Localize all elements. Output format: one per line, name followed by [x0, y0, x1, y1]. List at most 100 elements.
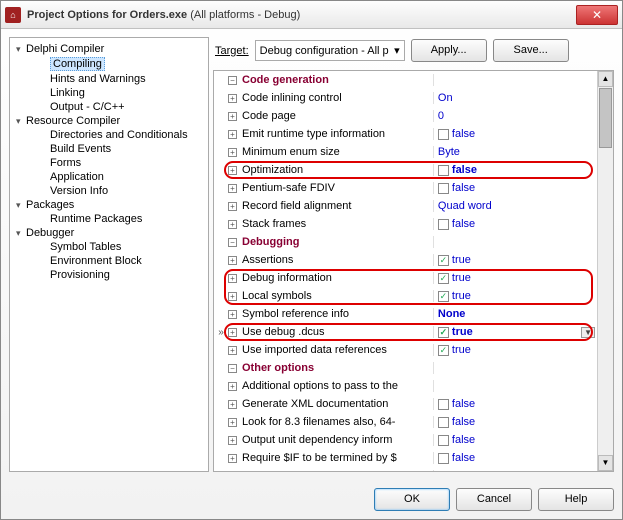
scroll-up-icon[interactable]: ▲ [598, 71, 613, 87]
cancel-button[interactable]: Cancel [456, 488, 532, 511]
tree-item[interactable]: Output - C/C++ [12, 100, 206, 114]
tree-item[interactable]: Application [12, 170, 206, 184]
option-row[interactable]: +Minimum enum sizeByte [214, 143, 597, 161]
help-button[interactable]: Help [538, 488, 614, 511]
category-row[interactable]: −Other options [214, 359, 597, 377]
checkbox[interactable] [438, 417, 449, 428]
category-row[interactable]: −Debugging [214, 233, 597, 251]
option-value[interactable]: false [434, 218, 597, 230]
scroll-track[interactable] [598, 149, 613, 455]
tree-item[interactable]: Version Info [12, 184, 206, 198]
option-row[interactable]: +Symbol reference infoNone [214, 305, 597, 323]
tree-item[interactable]: Symbol Tables [12, 240, 206, 254]
option-row[interactable]: +Emit runtime type informationfalse [214, 125, 597, 143]
tree-item[interactable]: Runtime Packages [12, 212, 206, 226]
option-value[interactable]: Quad word [434, 200, 597, 212]
expand-icon[interactable]: + [228, 345, 240, 355]
category-row[interactable]: −Runtime errors [214, 467, 597, 471]
option-row[interactable]: »+Use debug .dcus✓true▼ [214, 323, 597, 341]
option-value[interactable]: None [434, 308, 597, 320]
option-row[interactable]: +Generate XML documentationfalse [214, 395, 597, 413]
scroll-thumb[interactable] [599, 88, 612, 148]
expand-icon[interactable]: + [228, 327, 240, 337]
expand-icon[interactable]: + [228, 399, 240, 409]
expand-icon[interactable]: + [228, 183, 240, 193]
checkbox[interactable] [438, 165, 449, 176]
tree-item[interactable]: Linking [12, 86, 206, 100]
expand-icon[interactable]: + [228, 291, 240, 301]
expand-icon[interactable]: + [228, 309, 240, 319]
option-row[interactable]: +Local symbols✓true [214, 287, 597, 305]
checkbox[interactable]: ✓ [438, 345, 449, 356]
category-row[interactable]: −Code generation [214, 71, 597, 89]
option-value[interactable]: false [434, 434, 597, 446]
save-button[interactable]: Save... [493, 39, 569, 62]
option-value[interactable]: false [434, 416, 597, 428]
option-value[interactable]: On [434, 92, 597, 104]
option-row[interactable]: +Optimizationfalse [214, 161, 597, 179]
option-value[interactable]: ✓true▼ [434, 326, 597, 338]
option-value[interactable]: 0 [434, 110, 597, 122]
tree-item[interactable]: ▾Resource Compiler [12, 114, 206, 128]
tree-item[interactable]: ▾Delphi Compiler [12, 42, 206, 56]
expand-icon[interactable]: + [228, 435, 240, 445]
expand-icon[interactable]: + [228, 219, 240, 229]
option-row[interactable]: +Use imported data references✓true [214, 341, 597, 359]
option-row[interactable]: +Look for 8.3 filenames also, 64-false [214, 413, 597, 431]
option-row[interactable]: +Stack framesfalse [214, 215, 597, 233]
checkbox[interactable] [438, 183, 449, 194]
checkbox[interactable]: ✓ [438, 255, 449, 266]
option-value[interactable]: false [434, 398, 597, 410]
option-row[interactable]: +Require $IF to be termined by $false [214, 449, 597, 467]
tree-item[interactable]: ▾Debugger [12, 226, 206, 240]
option-value[interactable]: Byte [434, 146, 597, 158]
expand-icon[interactable]: − [228, 75, 240, 85]
ok-button[interactable]: OK [374, 488, 450, 511]
apply-button[interactable]: Apply... [411, 39, 487, 62]
expand-icon[interactable]: + [228, 93, 240, 103]
option-row[interactable]: +Code page0 [214, 107, 597, 125]
option-value[interactable]: false [434, 164, 597, 176]
tree-item[interactable]: Hints and Warnings [12, 72, 206, 86]
expand-icon[interactable]: − [228, 237, 240, 247]
tree-item[interactable]: Provisioning [12, 268, 206, 282]
expand-icon[interactable]: + [228, 453, 240, 463]
checkbox[interactable] [438, 129, 449, 140]
option-row[interactable]: +Record field alignmentQuad word [214, 197, 597, 215]
option-value[interactable]: ✓true [434, 272, 597, 284]
checkbox[interactable] [438, 453, 449, 464]
tree-item[interactable]: Forms [12, 156, 206, 170]
expand-icon[interactable]: + [228, 381, 240, 391]
expand-icon[interactable]: + [228, 255, 240, 265]
option-value[interactable]: false [434, 128, 597, 140]
scroll-down-icon[interactable]: ▼ [598, 455, 613, 471]
checkbox[interactable] [438, 399, 449, 410]
option-row[interactable]: +Code inlining controlOn [214, 89, 597, 107]
tree-item[interactable]: Build Events [12, 142, 206, 156]
checkbox[interactable] [438, 219, 449, 230]
option-value[interactable]: ✓true [434, 254, 597, 266]
expand-icon[interactable]: + [228, 165, 240, 175]
expand-icon[interactable]: + [228, 417, 240, 427]
grid-body[interactable]: −Code generation+Code inlining controlOn… [214, 71, 597, 471]
expand-icon[interactable]: + [228, 147, 240, 157]
expand-icon[interactable]: + [228, 129, 240, 139]
tree-item[interactable]: ▾Packages [12, 198, 206, 212]
vertical-scrollbar[interactable]: ▲ ▼ [597, 71, 613, 471]
tree-item[interactable]: Compiling [12, 56, 206, 72]
checkbox[interactable]: ✓ [438, 291, 449, 302]
option-value[interactable]: ✓true [434, 344, 597, 356]
expand-icon[interactable]: + [228, 201, 240, 211]
close-button[interactable]: ✕ [576, 5, 618, 25]
option-row[interactable]: +Debug information✓true [214, 269, 597, 287]
dropdown-icon[interactable]: ▼ [581, 327, 595, 338]
checkbox[interactable]: ✓ [438, 327, 449, 338]
checkbox[interactable] [438, 435, 449, 446]
nav-tree[interactable]: ▾Delphi CompilerCompilingHints and Warni… [9, 37, 209, 472]
tree-item[interactable]: Environment Block [12, 254, 206, 268]
option-row[interactable]: +Pentium-safe FDIVfalse [214, 179, 597, 197]
expand-icon[interactable]: − [228, 363, 240, 373]
expand-icon[interactable]: + [228, 273, 240, 283]
titlebar[interactable]: ⌂ Project Options for Orders.exe (All pl… [1, 1, 622, 29]
target-combo[interactable]: Debug configuration - All p ▾ [255, 40, 405, 61]
